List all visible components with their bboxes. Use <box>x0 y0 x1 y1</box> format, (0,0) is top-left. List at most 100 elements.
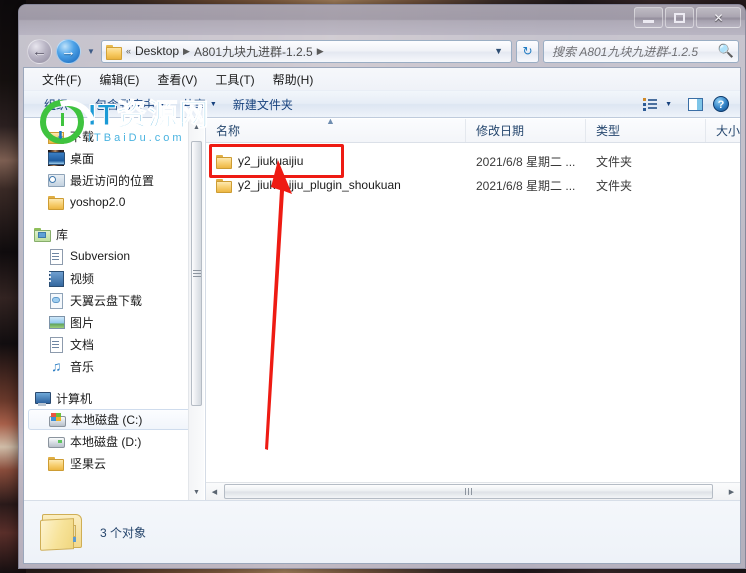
breadcrumb-item-current[interactable]: A801九块九进群-1.2.5 <box>191 41 316 62</box>
cloud-library-icon <box>48 292 64 309</box>
include-in-library-button[interactable]: 包含到库中 ▼ <box>87 93 174 116</box>
scrollbar-thumb[interactable] <box>191 141 202 406</box>
pictures-library-icon <box>48 314 65 330</box>
item-count-label: 3 个对象 <box>100 525 147 540</box>
view-mode-caret[interactable]: ▼ <box>663 101 682 108</box>
sidebar-item-label: 视频 <box>70 271 95 286</box>
file-name-cell[interactable]: y2_jiukuaijiu_plugin_shoukuan <box>206 177 466 193</box>
file-date-cell: 2021/6/8 星期二 ... <box>476 154 576 169</box>
sidebar-item-yoshop[interactable]: yoshop2.0 <box>24 191 205 213</box>
navigation-list: ⬇ 下载 桌面 最近访问的位置 yoshop2.0 库 Subversion 视… <box>24 119 205 474</box>
new-folder-label: 新建文件夹 <box>232 97 293 112</box>
download-folder-icon: ⬇ <box>48 128 65 144</box>
chevron-down-icon: ▼ <box>72 100 79 108</box>
menu-item-tools[interactable]: 工具(T) <box>207 69 262 90</box>
file-list-horizontal-scrollbar[interactable]: ◀ ▶ <box>206 482 740 500</box>
file-name-cell[interactable]: y2_jiukuaijiu <box>206 153 466 169</box>
documents-library-icon <box>48 336 64 353</box>
breadcrumb-item-desktop[interactable]: Desktop <box>132 42 182 60</box>
sidebar-group-label: 计算机 <box>56 391 93 406</box>
organize-button[interactable]: 组织 ▼ <box>36 93 87 116</box>
search-placeholder: 搜索 A801九块九进群-1.2.5 <box>552 44 699 59</box>
chevron-down-icon: ▼ <box>209 100 217 108</box>
breadcrumb-prefix: « <box>126 46 132 56</box>
file-list-pane: 名称 ▲ 修改日期 类型 大小 y2_jiukuaijiu 2021/6/8 星… <box>206 119 740 500</box>
column-header-name[interactable]: 名称 ▲ <box>206 119 466 142</box>
sidebar-item-documents[interactable]: 文档 <box>24 333 205 355</box>
menu-item-help[interactable]: 帮助(H) <box>265 69 322 90</box>
chevron-right-icon-2[interactable]: ▶ <box>316 46 325 57</box>
new-folder-button[interactable]: 新建文件夹 <box>225 93 301 116</box>
sidebar-item-subversion[interactable]: Subversion <box>24 245 205 267</box>
explorer-window: ✕ ← → ▼ « Desktop ▶ A801九块九进群-1.2.5 ▶ ▼ … <box>18 4 746 569</box>
help-button[interactable]: ? <box>708 94 734 114</box>
menu-item-edit[interactable]: 编辑(E) <box>91 69 147 90</box>
sidebar-group-computer[interactable]: 计算机 <box>24 387 205 409</box>
column-header-size[interactable]: 大小 <box>706 119 740 142</box>
sidebar-item-videos[interactable]: 视频 <box>24 267 205 289</box>
chevron-down-icon[interactable]: ▼ <box>488 46 509 56</box>
sidebar-item-local-disk-c[interactable]: 本地磁盘 (C:) <box>28 409 197 430</box>
search-input[interactable]: 搜索 A801九块九进群-1.2.5 🔍 <box>543 39 739 63</box>
scroll-up-icon[interactable]: ▲ <box>189 119 204 135</box>
minimize-button[interactable] <box>634 7 663 28</box>
sidebar-item-pictures[interactable]: 图片 <box>24 311 205 333</box>
back-button[interactable]: ← <box>27 38 52 64</box>
sidebar-group-label: 库 <box>56 227 69 242</box>
folder-icon <box>106 44 122 60</box>
scroll-right-icon[interactable]: ▶ <box>723 488 740 496</box>
table-row[interactable]: y2_jiukuaijiu_plugin_shoukuan 2021/6/8 星… <box>206 173 740 197</box>
column-label: 名称 <box>216 124 241 138</box>
view-mode-button[interactable] <box>637 94 663 114</box>
sidebar-item-jianguoyun[interactable]: 坚果云 <box>24 452 205 474</box>
hscrollbar-thumb[interactable] <box>224 484 713 499</box>
share-button[interactable]: 共享 ▼ <box>174 93 225 116</box>
chevron-right-icon: ▶ <box>183 45 190 56</box>
column-label: 修改日期 <box>476 124 525 138</box>
scroll-down-icon[interactable]: ▼ <box>189 484 204 500</box>
column-headers: 名称 ▲ 修改日期 类型 大小 <box>206 119 740 143</box>
sidebar-item-downloads[interactable]: ⬇ 下载 <box>24 125 205 147</box>
column-label: 大小 <box>716 124 740 138</box>
navigation-pane: ⬇ 下载 桌面 最近访问的位置 yoshop2.0 库 Subversion 视… <box>24 119 206 500</box>
sidebar-item-label: 最近访问的位置 <box>70 173 155 188</box>
sidebar-group-libraries[interactable]: 库 <box>24 223 205 245</box>
sidebar-divider <box>24 213 205 223</box>
maximize-button[interactable] <box>665 7 694 28</box>
scroll-left-icon[interactable]: ◀ <box>206 488 223 496</box>
sidebar-item-label: 下载 <box>70 129 95 144</box>
file-type-cell: 文件夹 <box>596 178 633 193</box>
menu-item-view[interactable]: 查看(V) <box>149 69 205 90</box>
list-view-icon <box>643 97 658 111</box>
column-header-date[interactable]: 修改日期 <box>466 119 586 142</box>
address-bar-row: ← → ▼ « Desktop ▶ A801九块九进群-1.2.5 ▶ ▼ ↻ … <box>19 35 745 67</box>
column-header-type[interactable]: 类型 <box>586 119 706 142</box>
refresh-button[interactable]: ↻ <box>516 39 539 63</box>
folder-icon <box>48 194 64 210</box>
close-button[interactable]: ✕ <box>696 7 741 28</box>
forward-button[interactable]: → <box>56 38 81 64</box>
table-row[interactable]: y2_jiukuaijiu 2021/6/8 星期二 ... 文件夹 <box>206 149 740 173</box>
computer-icon <box>34 390 51 406</box>
sidebar-item-local-disk-d[interactable]: 本地磁盘 (D:) <box>24 430 205 452</box>
column-label: 类型 <box>596 124 621 138</box>
sidebar-item-label: 桌面 <box>70 151 95 166</box>
preview-pane-button[interactable] <box>682 94 708 114</box>
big-folder-icon <box>40 511 86 553</box>
menu-item-file[interactable]: 文件(F) <box>34 69 89 90</box>
panes: ⬇ 下载 桌面 最近访问的位置 yoshop2.0 库 Subversion 视… <box>24 119 740 500</box>
sidebar-item-recent-places[interactable]: 最近访问的位置 <box>24 169 205 191</box>
sidebar-item-label: 坚果云 <box>70 456 107 471</box>
sidebar-item-tianyi-cloud[interactable]: 天翼云盘下载 <box>24 289 205 311</box>
sidebar-item-label: 图片 <box>70 315 95 330</box>
address-bar[interactable]: « Desktop ▶ A801九块九进群-1.2.5 ▶ ▼ <box>101 39 512 63</box>
sidebar-item-label: 本地磁盘 (D:) <box>70 434 142 449</box>
navigation-scrollbar[interactable]: ▲ ▼ <box>188 119 204 500</box>
sidebar-item-label: Subversion <box>70 249 131 263</box>
sidebar-item-desktop[interactable]: 桌面 <box>24 147 205 169</box>
chevron-down-icon: ▼ <box>158 100 166 108</box>
sidebar-item-music[interactable]: ♫ 音乐 <box>24 355 205 377</box>
sort-ascending-icon: ▲ <box>326 119 335 126</box>
history-dropdown-caret[interactable]: ▼ <box>85 47 97 56</box>
share-label: 共享 <box>181 97 206 112</box>
